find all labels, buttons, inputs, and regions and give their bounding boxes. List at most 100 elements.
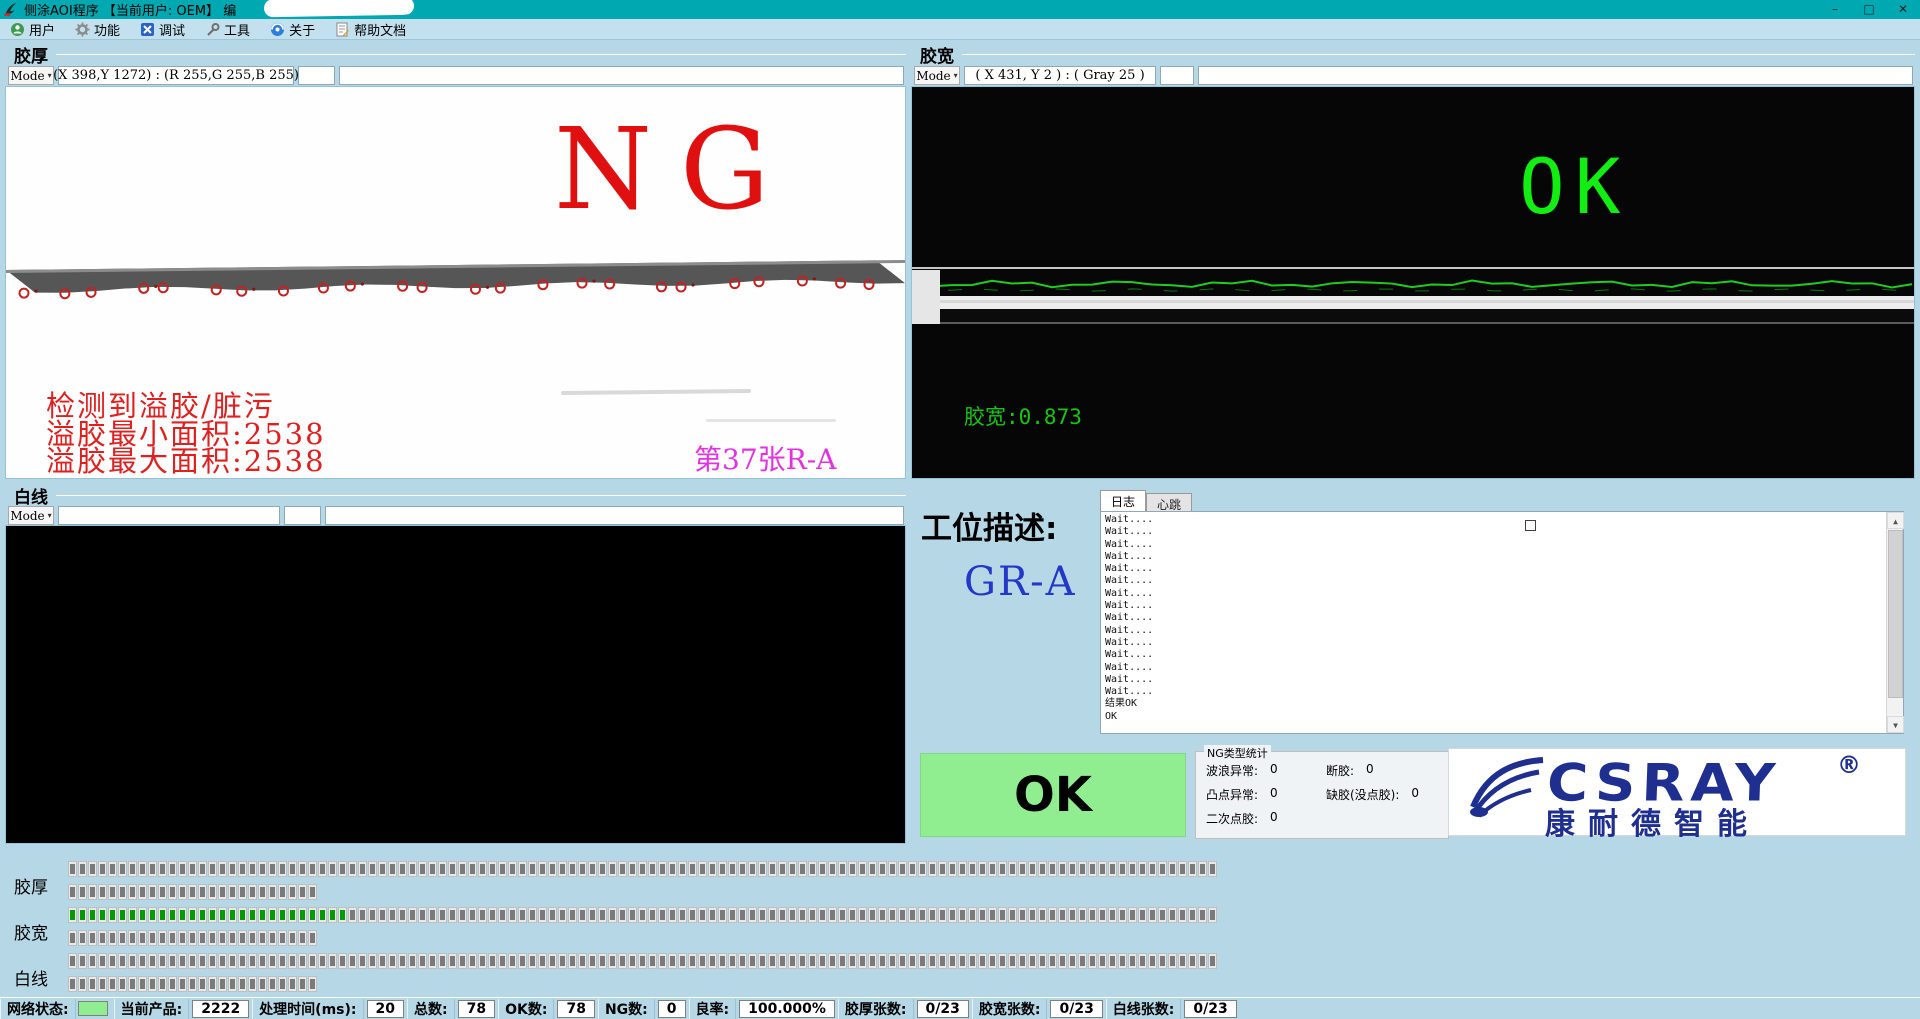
indicator-cell [118,930,127,946]
indicator-cell [498,953,507,969]
close-button[interactable]: ✕ [1886,0,1920,19]
indicator-cell [518,953,527,969]
indicator-cell [618,953,627,969]
menu-item-debug[interactable]: 调试 [130,19,195,40]
log-line: Wait.... [1105,612,1903,624]
indicator-cell [1188,861,1197,877]
pixel-info-box[interactable] [58,506,280,525]
scroll-up-icon[interactable]: ▲ [1887,512,1904,529]
indicator-cell [988,953,997,969]
indicator-cell [188,976,197,992]
indicator-cell [98,861,107,877]
chevron-down-icon: ▾ [48,511,52,520]
indicator-cell [938,861,947,877]
glue-strip-band [912,296,1914,309]
indicator-cell [858,953,867,969]
indicator-cell [138,861,147,877]
indicator-cell [978,907,987,923]
status-value: 0/23 [917,1000,969,1018]
small-input-box[interactable] [1160,66,1194,85]
scroll-down-icon[interactable]: ▼ [1887,716,1904,733]
status-value: 2222 [192,1000,249,1018]
minimize-button[interactable]: – [1818,0,1852,19]
indicator-cell [268,861,277,877]
menu-item-function[interactable]: 功能 [65,19,130,40]
divider [56,495,906,496]
indicator-cell [478,861,487,877]
indicator-cell [1078,953,1087,969]
menu-item-about[interactable]: 关于 [260,19,325,40]
indicator-cell [168,953,177,969]
indicator-cell [298,907,307,923]
menu-item-tools[interactable]: 工具 [195,19,260,40]
indicator-cell [368,861,377,877]
indicator-cell [828,953,837,969]
small-input-box[interactable] [298,66,335,85]
mode-dropdown[interactable]: Mode ▾ [914,66,960,85]
indicator-cell [888,861,897,877]
indicator-cell [558,861,567,877]
wide-input-box[interactable] [1198,66,1913,85]
wide-input-box[interactable] [325,506,904,525]
indicator-cell [118,976,127,992]
tab-heartbeat[interactable]: 心跳 [1146,493,1192,511]
indicator-cell [508,861,517,877]
log-scrollbar[interactable]: ▲ ▼ [1886,512,1903,733]
title-bar: 侧涂AOI程序 【当前用户: OEM】 编 1 – □ ✕ [0,0,1920,19]
indicator-cell [738,907,747,923]
indicator-cell [528,953,537,969]
indicator-cell [908,861,917,877]
brand-logo-box: CSRAY ® 康耐德智能 [1448,748,1906,836]
status-label: 白线张数: [1106,999,1182,1019]
small-input-box[interactable] [284,506,321,525]
indicator-cell [158,907,167,923]
menu-label: 调试 [159,20,185,39]
log-content[interactable]: ▲ ▼ Wait....Wait....Wait....Wait....Wait… [1100,511,1904,734]
log-line: Wait.... [1105,686,1903,698]
indicator-cell [68,907,77,923]
mode-dropdown[interactable]: Mode ▾ [8,506,54,525]
log-checkbox[interactable] [1525,520,1536,531]
indicator-cell [1198,953,1207,969]
indicator-cell [248,976,257,992]
indicator-cell [368,953,377,969]
indicator-cell [768,953,777,969]
indicator-cell [338,861,347,877]
overall-result-button[interactable]: OK [920,753,1186,837]
indicator-cell [388,953,397,969]
log-line: 结果OK [1105,698,1903,710]
indicator-cell [378,861,387,877]
mode-dropdown[interactable]: Mode ▾ [8,66,54,85]
indicator-cell [278,861,287,877]
indicator-cell [478,953,487,969]
indicator-cell [88,907,97,923]
indicator-cell [678,907,687,923]
indicator-cell [1118,861,1127,877]
indicator-cell [888,907,897,923]
indicator-cell [78,884,87,900]
maximize-button[interactable]: □ [1852,0,1886,19]
log-line: Wait.... [1105,662,1903,674]
menu-item-user[interactable]: 用户 [0,19,65,40]
pixel-info-box[interactable]: ( X 431, Y 2 ) : ( Gray 25 ) [964,66,1156,85]
indicator-cell [1108,907,1117,923]
menu-item-help-doc[interactable]: 帮助文档 [325,19,416,40]
indicator-cell [748,953,757,969]
indicator-cell [638,907,647,923]
redaction-blob [264,0,414,17]
indicator-cell [548,861,557,877]
indicator-cell [778,953,787,969]
ng-stat-value: 0 [1411,786,1419,803]
scrollbar-thumb[interactable] [1888,530,1903,698]
indicator-cell [248,953,257,969]
indicator-cell [308,930,317,946]
indicator-cell [148,976,157,992]
indicator-cell [228,953,237,969]
indicator-cell [998,861,1007,877]
glue-thickness-image: NG 检测到溢胶/脏污 溢胶最小面积:2538 溢胶最大面积:2538 第37张… [5,86,906,479]
indicator-cell [108,976,117,992]
tab-log[interactable]: 日志 [1100,490,1146,511]
wide-input-box[interactable] [339,66,904,85]
pixel-info-box[interactable]: (X 398,Y 1272) : (R 255,G 255,B 255) [58,66,294,85]
indicator-cell [88,953,97,969]
